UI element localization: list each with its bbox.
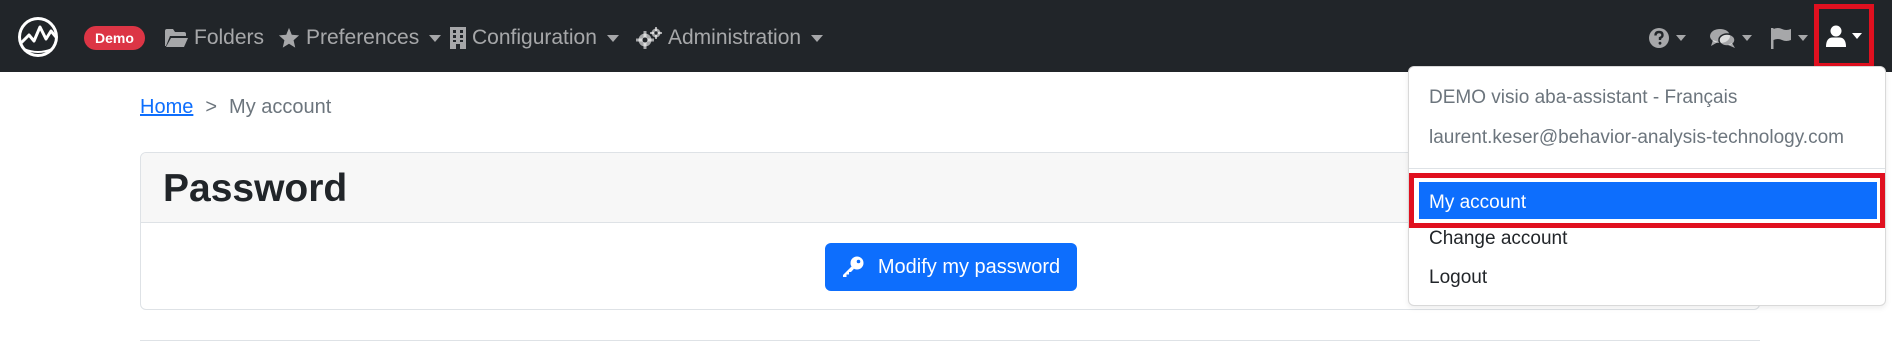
- nav-administration-label: Administration: [668, 26, 802, 49]
- comments-icon: [1710, 29, 1736, 48]
- modify-password-label: Modify my password: [877, 255, 1061, 278]
- user-dropdown-menu: DEMO visio aba-assistant - Français laur…: [1408, 66, 1886, 306]
- messages-menu-toggle[interactable]: [1710, 22, 1752, 54]
- nav-preferences[interactable]: Preferences: [278, 22, 442, 54]
- chevron-down-icon: [1676, 35, 1686, 41]
- account-name-text: DEMO visio aba-assistant - Français: [1429, 87, 1738, 108]
- section-divider: [140, 340, 1760, 341]
- breadcrumb: Home > My account: [140, 96, 331, 119]
- chevron-down-icon: [606, 34, 619, 42]
- key-icon: [842, 256, 864, 277]
- nav-preferences-label: Preferences: [306, 26, 420, 49]
- chevron-down-icon: [1798, 35, 1808, 41]
- nav-configuration[interactable]: Configuration: [450, 22, 619, 54]
- modify-password-button[interactable]: Modify my password: [825, 243, 1077, 291]
- menu-item-logout[interactable]: Logout: [1429, 267, 1487, 289]
- chevron-down-icon: [429, 34, 442, 42]
- nav-folders-label: Folders: [194, 26, 265, 49]
- dropdown-divider: [1409, 168, 1885, 169]
- user-menu-toggle[interactable]: [1814, 4, 1874, 68]
- chevron-down-icon: [1742, 35, 1752, 41]
- logo-icon: [18, 17, 58, 57]
- top-navbar: Demo Folders Preferences Configuration A…: [0, 0, 1892, 72]
- chevron-down-icon: [811, 34, 824, 42]
- star-icon: [278, 27, 300, 48]
- menu-item-my-account-label: My account: [1429, 192, 1527, 213]
- nav-administration[interactable]: Administration: [636, 22, 824, 54]
- help-icon: [1649, 28, 1669, 48]
- flag-menu-toggle[interactable]: [1770, 22, 1808, 54]
- nav-folders[interactable]: Folders: [164, 22, 264, 54]
- chevron-down-icon: [1852, 33, 1862, 39]
- breadcrumb-current: My account: [229, 96, 332, 118]
- user-icon: [1826, 25, 1846, 47]
- flag-icon: [1771, 28, 1791, 49]
- menu-item-my-account[interactable]: My account: [1409, 173, 1885, 228]
- menu-item-change-account[interactable]: Change account: [1429, 228, 1567, 250]
- breadcrumb-separator: >: [205, 96, 218, 118]
- cogs-icon: [636, 27, 662, 49]
- demo-badge: Demo: [84, 26, 145, 50]
- nav-configuration-label: Configuration: [472, 26, 597, 49]
- help-menu-toggle[interactable]: [1648, 22, 1686, 54]
- breadcrumb-home-link[interactable]: Home: [140, 96, 193, 119]
- folder-open-icon: [165, 29, 188, 47]
- card-title: Password: [163, 167, 348, 210]
- app-logo[interactable]: [16, 15, 60, 59]
- building-icon: [450, 27, 466, 49]
- account-email-text: laurent.keser@behavior-analysis-technolo…: [1429, 127, 1844, 148]
